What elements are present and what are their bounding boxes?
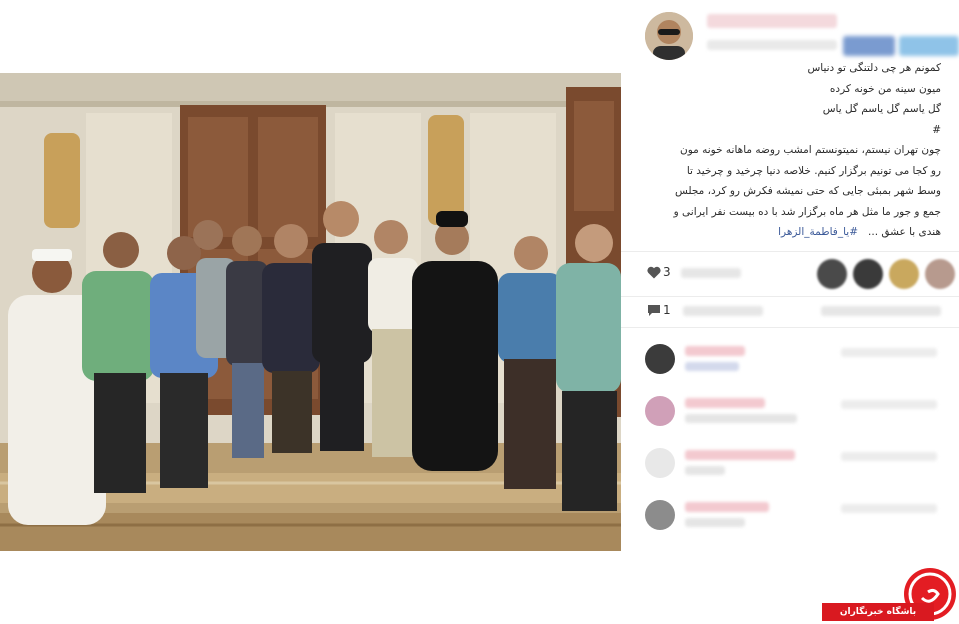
caption-line-last: هندی با عشق ... #یا_فاطمة_الزهرا bbox=[641, 222, 941, 243]
caption-line: چون تهران نیستم، نمیتونستم امشب روضه ماه… bbox=[680, 144, 941, 156]
comment-time-redacted bbox=[841, 452, 937, 461]
caption-last-text: هندی با عشق ... bbox=[868, 226, 941, 238]
comments-label-redacted bbox=[683, 306, 763, 316]
comment-text-redacted bbox=[685, 414, 797, 423]
commenter-name-redacted[interactable] bbox=[685, 346, 745, 356]
heart-icon[interactable] bbox=[647, 266, 661, 279]
comment-text-redacted bbox=[685, 518, 745, 527]
caption-line: گل یاسم گل یاسم گل یاس bbox=[822, 103, 941, 115]
comment-item bbox=[621, 496, 959, 542]
caption-line: رو کجا می تونیم برگزار کنیم. خلاصه دنیا … bbox=[686, 164, 941, 177]
commenter-name-redacted[interactable] bbox=[685, 502, 769, 512]
commenter-avatar[interactable] bbox=[645, 500, 675, 530]
commenter-avatar[interactable] bbox=[645, 448, 675, 478]
group-photo-illustration bbox=[0, 73, 621, 551]
post-photo bbox=[0, 73, 621, 551]
author-avatar-image bbox=[645, 12, 693, 60]
comment-item bbox=[621, 444, 959, 490]
comments-count: 1 bbox=[663, 303, 671, 317]
liker-avatar[interactable] bbox=[925, 259, 955, 289]
liker-avatar[interactable] bbox=[817, 259, 847, 289]
show-all-comments-redacted[interactable] bbox=[821, 306, 941, 316]
comment-time-redacted bbox=[841, 504, 937, 513]
liker-avatar[interactable] bbox=[889, 259, 919, 289]
caption-line: کمونم هر چی دلتنگی تو دنیاس bbox=[807, 62, 941, 74]
share-button-redacted[interactable] bbox=[843, 36, 895, 56]
comment-text-redacted bbox=[685, 466, 725, 475]
divider bbox=[621, 327, 959, 328]
watermark-label: باشگاه خبرنگاران bbox=[822, 603, 934, 621]
comment-item bbox=[621, 340, 959, 386]
likes-row: 3 bbox=[621, 252, 959, 296]
caption-line: جمع و جور ما مثل هر ماه برگزار شد با ده … bbox=[673, 205, 941, 218]
commenter-avatar[interactable] bbox=[645, 396, 675, 426]
comments-row: 1 bbox=[621, 296, 959, 326]
commenter-name-redacted[interactable] bbox=[685, 398, 765, 408]
caption-hashtag-link[interactable]: #یا_فاطمة_الزهرا bbox=[778, 226, 858, 238]
comment-time-redacted bbox=[841, 400, 937, 409]
comment-text-redacted bbox=[685, 362, 739, 371]
post-sidebar: ⓑⓐⓛⓜⓐⓨ کمونم هر چی دلتنگی تو دنیاس میون … bbox=[621, 0, 959, 622]
liker-avatar[interactable] bbox=[853, 259, 883, 289]
commenter-avatar[interactable] bbox=[645, 344, 675, 374]
comment-item bbox=[621, 392, 959, 438]
person-11 bbox=[556, 224, 621, 511]
caption-line: میون سینه من خونه کرده bbox=[829, 82, 941, 95]
comment-time-redacted bbox=[841, 348, 937, 357]
author-avatar[interactable] bbox=[645, 12, 693, 60]
author-username[interactable]: ⓑⓐⓛⓜⓐⓨ bbox=[707, 14, 837, 28]
person-10 bbox=[498, 236, 562, 489]
caption-line: # bbox=[932, 123, 941, 136]
speech-bubble-icon[interactable] bbox=[647, 304, 661, 317]
author-meta-redacted bbox=[707, 40, 837, 50]
post-caption: کمونم هر چی دلتنگی تو دنیاس میون سینه من… bbox=[641, 58, 941, 243]
likes-label-redacted bbox=[681, 268, 741, 278]
caption-line: وسط شهر بمبئی جایی که حتی نمیشه فکرش رو … bbox=[675, 185, 941, 197]
commenter-name-redacted[interactable] bbox=[685, 450, 795, 460]
likes-count: 3 bbox=[663, 265, 671, 279]
follow-button-redacted[interactable] bbox=[899, 36, 959, 56]
